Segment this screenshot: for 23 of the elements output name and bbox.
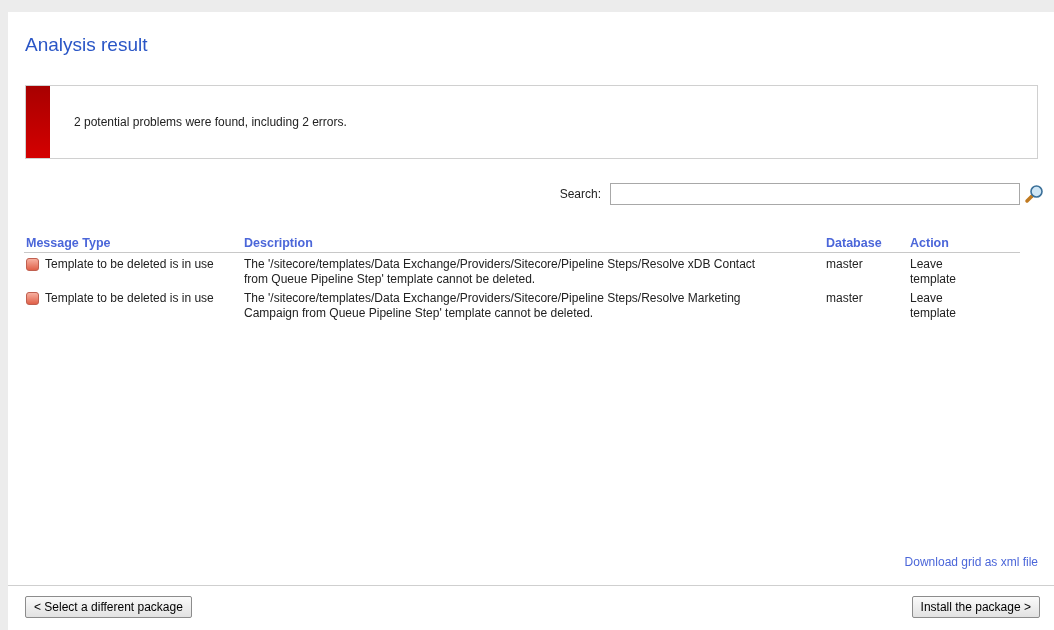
page-title: Analysis result bbox=[25, 34, 149, 57]
table-cell-text: master bbox=[826, 257, 864, 272]
column-header[interactable]: Action bbox=[908, 233, 1020, 253]
install-button[interactable]: Install the package > bbox=[911, 596, 1040, 618]
table-cell-text: Template to be deleted is in use bbox=[45, 291, 215, 306]
table-cell-text: Leave template bbox=[910, 291, 958, 321]
column-header[interactable]: Message Type bbox=[24, 233, 242, 253]
error-icon bbox=[26, 292, 39, 305]
column-header[interactable]: Description bbox=[242, 233, 824, 253]
table-cell-text: master bbox=[826, 291, 864, 306]
search-field[interactable] bbox=[610, 183, 1020, 205]
alert-message: 2 potential problems were found, including 2 errors. bbox=[74, 115, 347, 129]
download-link[interactable]: Download grid as xml file bbox=[904, 555, 1038, 569]
search-label: Search: bbox=[559, 187, 601, 201]
alert-stripe bbox=[26, 86, 50, 158]
column-header[interactable]: Database bbox=[824, 233, 908, 253]
error-icon bbox=[26, 258, 39, 271]
table-cell-text: Template to be deleted is in use bbox=[45, 257, 215, 272]
table-cell-text: The '/sitecore/templates/Data Exchange/Providers/Sitecore/Pipeline Steps/Resolve Marketing Campaign from Queue Pipeline Step' template cannot be deleted. bbox=[244, 291, 742, 321]
back-button[interactable]: < Select a different package bbox=[25, 596, 192, 618]
table-cell-text: Leave template bbox=[910, 257, 958, 287]
search-icon[interactable] bbox=[1024, 184, 1044, 204]
table-cell-text: The '/sitecore/templates/Data Exchange/Providers/Sitecore/Pipeline Steps/Resolve xDB Contact from Queue Pipeline Step' template cannot be deleted. bbox=[244, 257, 757, 287]
